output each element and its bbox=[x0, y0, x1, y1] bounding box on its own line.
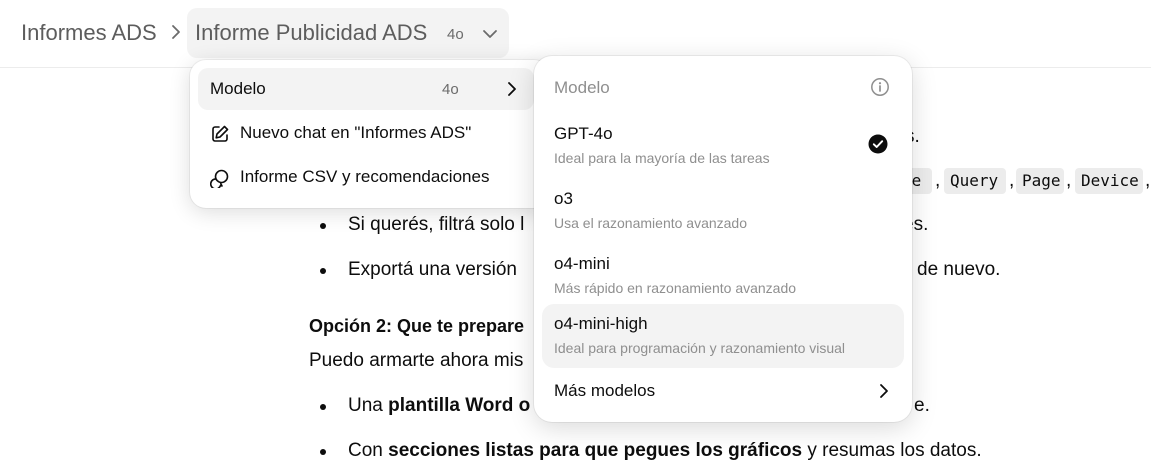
menu-item-modelo[interactable]: Modelo 4o bbox=[198, 68, 534, 110]
bullet-text: Una plantilla Word o bbox=[348, 395, 531, 416]
code-tag: Page bbox=[1016, 168, 1064, 194]
model-name: o3 bbox=[554, 189, 573, 208]
model-option-gpt-4o[interactable]: GPT-4o Ideal para la mayoría de las tare… bbox=[542, 114, 904, 178]
model-name: o4-mini-high bbox=[554, 314, 648, 333]
model-name: GPT-4o bbox=[554, 124, 613, 143]
model-description: Usa el razonamiento avanzado bbox=[554, 215, 748, 231]
code-tag: Device bbox=[1075, 168, 1143, 194]
bullet bbox=[320, 268, 326, 274]
model-option-o4-mini[interactable]: o4-mini Más rápido en razonamiento avanz… bbox=[542, 244, 904, 308]
model-option-o3[interactable]: o3 Usa el razonamiento avanzado bbox=[542, 179, 904, 243]
bullet-text: Si querés, filtrá solo l bbox=[348, 214, 525, 235]
comma: , bbox=[1066, 170, 1072, 191]
bullet bbox=[320, 223, 326, 229]
title-dropdown-menu: Modelo 4o Nuevo chat en "Informes ADS" I… bbox=[190, 60, 550, 208]
bullet-text-tail: e. bbox=[914, 395, 930, 416]
edit-icon bbox=[210, 124, 230, 144]
menu-item-label: Modelo bbox=[210, 79, 266, 98]
model-picker-submenu: Modelo GPT-4o Ideal para la mayoría de l… bbox=[534, 56, 912, 422]
menu-item-label: Nuevo chat en "Informes ADS" bbox=[240, 123, 472, 142]
bullet bbox=[320, 404, 326, 410]
more-models-item[interactable]: Más modelos bbox=[542, 374, 904, 412]
menu-item-csv-report[interactable]: Informe CSV y recomendaciones bbox=[198, 156, 534, 198]
menu-item-new-chat[interactable]: Nuevo chat en "Informes ADS" bbox=[198, 112, 534, 154]
page-title: Informe Publicidad ADS bbox=[195, 20, 428, 45]
bullet-text-tail: de nuevo. bbox=[917, 259, 1001, 280]
bullet-text: Exportá una versión bbox=[348, 259, 517, 280]
chevron-right-icon bbox=[506, 81, 518, 102]
model-description: Ideal para programación y razonamiento v… bbox=[554, 340, 846, 356]
model-description: Más rápido en razonamiento avanzado bbox=[554, 280, 797, 296]
model-description: Ideal para la mayoría de las tareas bbox=[554, 150, 770, 166]
breadcrumb-root[interactable]: Informes ADS bbox=[21, 20, 157, 46]
model-badge: 4o bbox=[442, 81, 459, 98]
code-tag: Query bbox=[944, 168, 1006, 194]
project-title-button[interactable]: Informe Publicidad ADS 4o bbox=[187, 8, 509, 58]
checkmark-circle-icon bbox=[868, 134, 888, 159]
option-intro: Puedo armarte ahora mis bbox=[309, 350, 524, 371]
more-models-label: Más modelos bbox=[554, 381, 656, 400]
info-icon[interactable] bbox=[870, 77, 890, 102]
chat-bubble-icon bbox=[209, 168, 230, 190]
bullet-text: Con secciones listas para que pegues los… bbox=[348, 440, 982, 461]
menu-item-label: Informe CSV y recomendaciones bbox=[240, 167, 490, 186]
chevron-down-icon bbox=[482, 27, 498, 45]
chevron-right-icon bbox=[170, 24, 182, 45]
comma: , bbox=[1009, 170, 1015, 191]
option-heading: Opción 2: Que te prepare bbox=[309, 316, 525, 336]
comma: , bbox=[935, 170, 941, 191]
bullet bbox=[320, 449, 326, 455]
model-option-o4-mini-high[interactable]: o4-mini-high Ideal para programación y r… bbox=[542, 304, 904, 368]
chevron-right-icon bbox=[878, 383, 890, 404]
comma: , bbox=[1145, 170, 1151, 191]
model-badge: 4o bbox=[447, 26, 464, 43]
submenu-heading: Modelo bbox=[554, 78, 610, 97]
model-name: o4-mini bbox=[554, 254, 610, 273]
